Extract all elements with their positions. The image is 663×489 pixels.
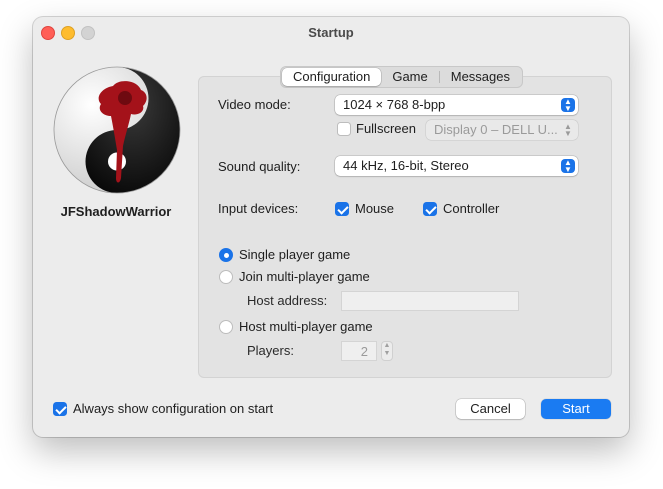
window-title: Startup xyxy=(308,25,354,40)
yin-yang-logo-icon xyxy=(53,66,181,194)
app-name-label: JFShadowWarrior xyxy=(60,204,172,219)
start-button[interactable]: Start xyxy=(541,399,611,419)
host-address-label: Host address: xyxy=(247,293,328,308)
sound-quality-select[interactable]: 44 kHz, 16-bit, Stereo ▲ ▼ xyxy=(335,156,578,176)
chevron-updown-icon: ▲ ▼ xyxy=(564,122,572,138)
fullscreen-label: Fullscreen xyxy=(356,121,416,136)
tab-bar: Configuration Game Messages xyxy=(280,66,523,88)
single-player-radio[interactable] xyxy=(219,248,233,262)
sound-quality-value: 44 kHz, 16-bit, Stereo xyxy=(343,158,469,173)
host-multiplayer-label: Host multi-player game xyxy=(239,319,373,334)
sound-quality-label: Sound quality: xyxy=(218,159,301,174)
chevron-updown-icon: ▲ ▼ xyxy=(561,98,575,113)
input-devices-label: Input devices: xyxy=(218,201,299,216)
always-show-checkbox[interactable] xyxy=(53,402,67,416)
display-value: Display 0 – DELL U... xyxy=(434,122,558,137)
join-multiplayer-radio[interactable] xyxy=(219,270,233,284)
controller-label: Controller xyxy=(443,201,500,216)
cancel-button[interactable]: Cancel xyxy=(456,399,525,419)
stepper-arrows-icon[interactable]: ▲ ▼ xyxy=(381,341,393,361)
tab-game[interactable]: Game xyxy=(381,67,438,87)
title-bar: Startup xyxy=(33,17,629,47)
tab-messages[interactable]: Messages xyxy=(440,67,521,87)
video-mode-label: Video mode: xyxy=(218,97,291,112)
mouse-label: Mouse xyxy=(355,201,395,216)
players-value[interactable]: 2 xyxy=(341,341,377,361)
video-mode-value: 1024 × 768 8-bpp xyxy=(343,97,446,112)
startup-window: Startup JFShadowWarrior Configuration Ga… xyxy=(33,17,629,437)
host-multiplayer-radio[interactable] xyxy=(219,320,233,334)
players-label: Players: xyxy=(247,343,294,358)
tab-configuration[interactable]: Configuration xyxy=(282,68,382,86)
join-multiplayer-label: Join multi-player game xyxy=(239,269,370,284)
fullscreen-checkbox[interactable] xyxy=(337,122,351,136)
players-stepper[interactable]: 2 ▲ ▼ xyxy=(341,341,393,361)
single-player-label: Single player game xyxy=(239,247,351,262)
display-select[interactable]: Display 0 – DELL U... ▲ ▼ xyxy=(426,120,578,140)
chevron-updown-icon: ▲ ▼ xyxy=(561,159,575,174)
controller-checkbox[interactable] xyxy=(423,202,437,216)
always-show-label: Always show configuration on start xyxy=(73,401,274,416)
video-mode-select[interactable]: 1024 × 768 8-bpp ▲ ▼ xyxy=(335,95,578,115)
mouse-checkbox[interactable] xyxy=(335,202,349,216)
host-address-input[interactable] xyxy=(341,291,519,311)
